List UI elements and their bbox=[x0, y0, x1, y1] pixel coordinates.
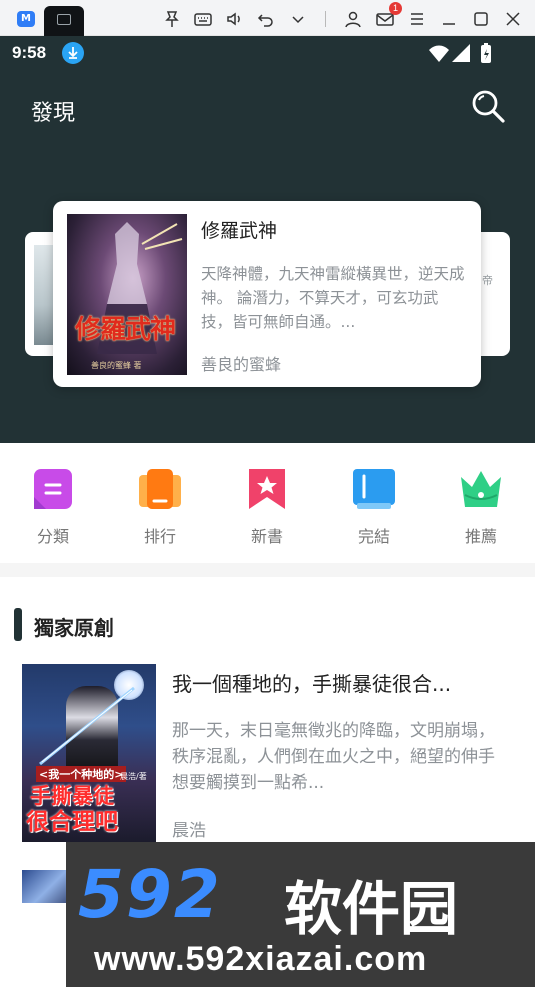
book-title[interactable]: 修羅武神 bbox=[201, 216, 277, 243]
cover-title: 修羅武神 bbox=[75, 315, 176, 345]
notification-badge: 1 bbox=[389, 2, 402, 15]
carousel-peek-text: 帝 bbox=[482, 274, 493, 287]
nav-completed-label: 完結 bbox=[357, 527, 390, 546]
nav-completed[interactable]: 完結 bbox=[344, 467, 404, 547]
nav-new-book-label: 新書 bbox=[250, 527, 283, 546]
category-icon bbox=[31, 467, 75, 511]
ranking-icon bbox=[138, 467, 182, 511]
cover-author: 善良的蜜蜂 著 bbox=[91, 361, 142, 370]
cover-line-3: 很合理吧 bbox=[26, 809, 118, 835]
book-description: 那一天，末日毫無徵兆的降臨，文明崩塌，秩序混亂，人們倒在血火之中，絕望的伸手想要… bbox=[172, 721, 495, 793]
user-icon[interactable] bbox=[343, 9, 363, 29]
featured-book-card[interactable]: 修羅武神 善良的蜜蜂 著 修羅武神 天降神體，九天神雷縱橫異世，逆天成神。 論潛… bbox=[53, 201, 481, 387]
menu-icon[interactable] bbox=[407, 9, 427, 29]
emulator-tab[interactable] bbox=[44, 6, 84, 36]
minimize-icon[interactable] bbox=[439, 9, 459, 29]
watermark-logo: 592 bbox=[78, 856, 222, 933]
download-icon bbox=[62, 42, 84, 64]
toolbar-divider bbox=[325, 11, 326, 27]
bottom-area bbox=[0, 903, 70, 987]
nav-recommend-label: 推薦 bbox=[464, 527, 497, 546]
undo-icon[interactable] bbox=[256, 9, 276, 29]
book-author: 善良的蜜蜂 bbox=[201, 355, 282, 374]
nav-new-book[interactable]: 新書 bbox=[237, 467, 297, 547]
completed-icon bbox=[352, 467, 396, 511]
chevron-down-icon[interactable] bbox=[288, 9, 308, 29]
page-title: 發現 bbox=[31, 101, 76, 126]
pin-icon[interactable] bbox=[162, 9, 182, 29]
search-icon bbox=[472, 90, 505, 123]
tv-icon bbox=[57, 14, 71, 25]
maximize-icon[interactable] bbox=[471, 9, 491, 29]
book-author: 晨浩 bbox=[172, 821, 206, 841]
section-marker bbox=[14, 608, 22, 641]
watermark-overlay: 592 软件园 www.592xiazai.com bbox=[66, 842, 535, 987]
emulator-title-bar: M 1 bbox=[0, 0, 535, 36]
nav-category[interactable]: 分類 bbox=[23, 467, 83, 547]
watermark-name: 软件园 bbox=[284, 875, 459, 943]
wifi-icon bbox=[429, 45, 449, 62]
book-cover[interactable]: 修羅武神 善良的蜜蜂 著 bbox=[67, 214, 187, 375]
status-time: 9:58 bbox=[12, 43, 47, 62]
nav-category-label: 分類 bbox=[36, 527, 69, 546]
category-nav: 分類 排行 新書 完結 推薦 bbox=[0, 443, 535, 563]
close-icon[interactable] bbox=[503, 9, 523, 29]
signal-icon bbox=[452, 44, 470, 62]
nav-recommend[interactable]: 推薦 bbox=[451, 467, 511, 547]
status-indicators bbox=[428, 42, 498, 66]
book-cover[interactable]: <我一个种地的> 晨浩/著 手撕暴徒 很合理吧 bbox=[22, 664, 156, 842]
nav-ranking[interactable]: 排行 bbox=[130, 467, 190, 547]
battery-icon bbox=[481, 43, 491, 63]
section-title: 獨家原創 bbox=[34, 616, 114, 640]
cover-author: 晨浩/著 bbox=[120, 772, 147, 781]
volume-icon[interactable] bbox=[225, 9, 245, 29]
book-description: 天降神體，九天神雷縱橫異世，逆天成神。 論潛力，不算天才，可玄功武技，皆可無師自… bbox=[201, 265, 465, 331]
emulator-logo-icon[interactable]: M bbox=[17, 11, 35, 27]
book-title[interactable]: 我一個種地的，手撕暴徒很合... bbox=[172, 668, 502, 697]
new-book-icon bbox=[245, 467, 289, 511]
recommend-crown-icon bbox=[459, 467, 503, 511]
nav-ranking-label: 排行 bbox=[143, 527, 176, 546]
cover-artwork bbox=[97, 222, 183, 354]
search-button[interactable] bbox=[470, 88, 506, 124]
watermark-url: www.592xiazai.com bbox=[94, 940, 428, 978]
section-divider bbox=[0, 563, 535, 577]
keyboard-icon[interactable] bbox=[193, 9, 213, 29]
